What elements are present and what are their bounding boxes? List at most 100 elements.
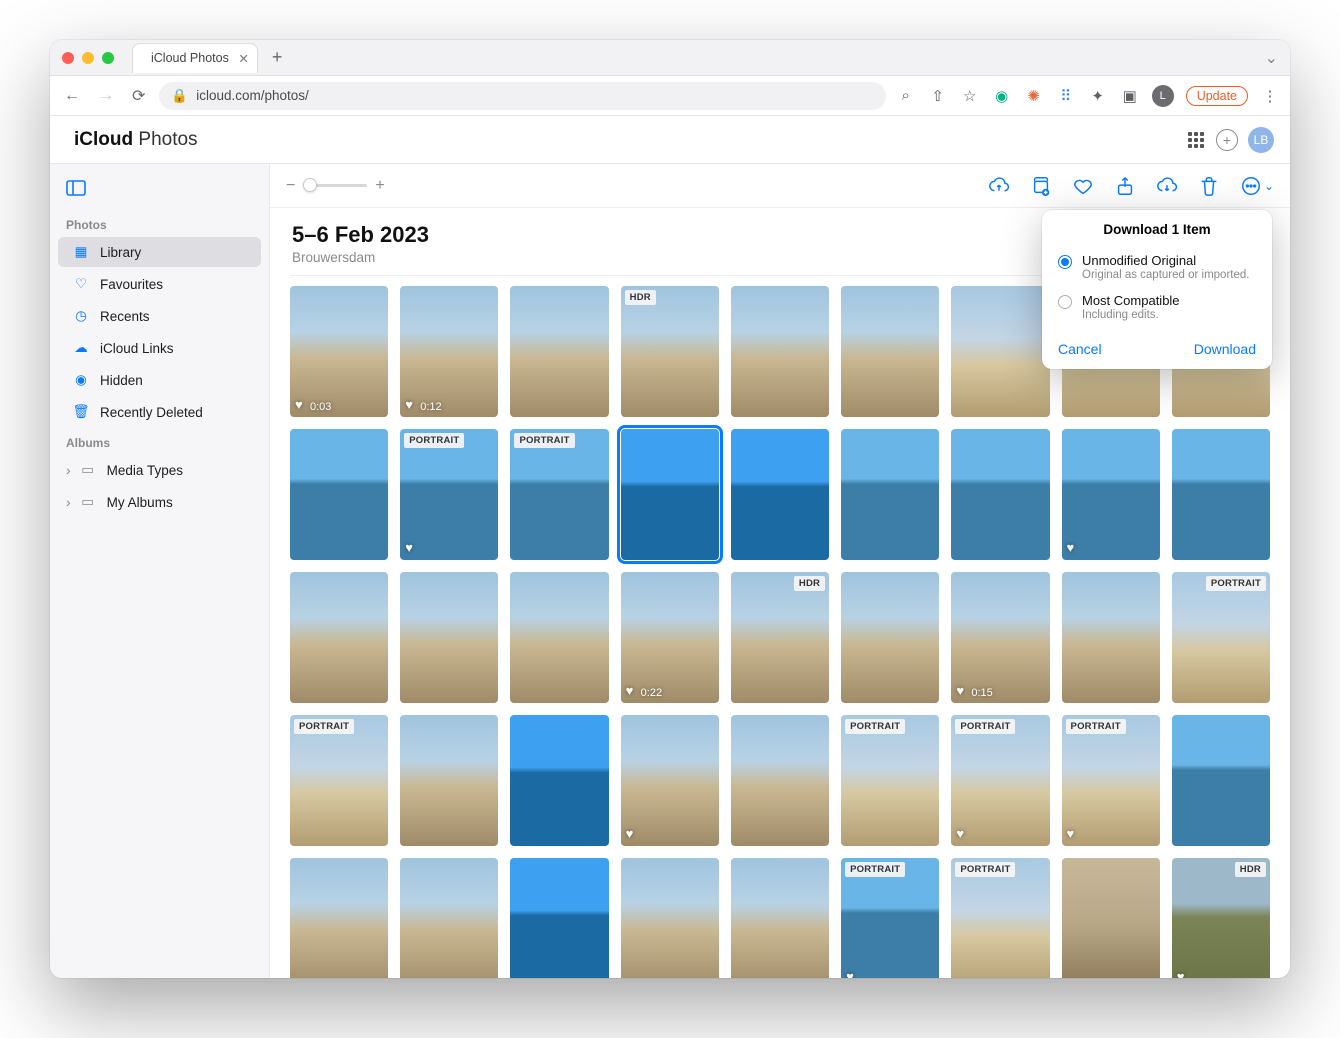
update-button[interactable]: Update [1186, 86, 1248, 106]
app-launcher-icon[interactable] [1186, 130, 1206, 150]
photo-thumbnail[interactable]: ♥0:12 [400, 286, 498, 417]
photo-thumbnail[interactable] [290, 429, 388, 560]
photo-thumbnail[interactable]: HDR♥ [1172, 858, 1270, 978]
download-cloud-icon[interactable] [1156, 175, 1178, 197]
slider-track[interactable] [303, 184, 367, 187]
photo-thumbnail[interactable]: ♥ [1062, 429, 1160, 560]
address-bar[interactable]: 🔒 icloud.com/photos/ [159, 82, 885, 110]
photo-thumbnail[interactable]: ♥0:22 [621, 572, 719, 703]
download-button[interactable]: Download [1194, 341, 1256, 357]
photo-thumbnail[interactable] [841, 429, 939, 560]
photo-thumbnail[interactable] [1172, 429, 1270, 560]
option-label: Unmodified Original [1082, 253, 1249, 268]
photo-thumbnail[interactable]: HDR [621, 286, 719, 417]
photo-thumbnail[interactable]: HDR [731, 572, 829, 703]
photo-thumbnail[interactable]: PORTRAIT [510, 429, 608, 560]
photo-thumbnail[interactable] [290, 572, 388, 703]
photo-thumbnail[interactable] [731, 429, 829, 560]
new-tab-button[interactable]: + [266, 47, 289, 68]
photo-thumbnail[interactable] [841, 286, 939, 417]
chevron-down-icon[interactable]: ⌄ [1265, 48, 1278, 68]
photo-thumbnail[interactable] [1062, 572, 1160, 703]
photo-thumbnail[interactable] [621, 429, 719, 560]
kebab-menu-icon[interactable]: ⋮ [1260, 86, 1280, 106]
sidebar-item-icloud-links[interactable]: ☁ iCloud Links [58, 333, 261, 363]
browser-tab[interactable]: iCloud Photos ✕ [132, 43, 258, 73]
photo-thumbnail[interactable] [510, 715, 608, 846]
more-menu[interactable]: ⌄ [1240, 175, 1274, 197]
photo-thumbnail[interactable]: PORTRAIT [841, 715, 939, 846]
sidebar-item-recently-deleted[interactable]: 🗑 Recently Deleted [58, 397, 261, 427]
url-text: icloud.com/photos/ [196, 88, 309, 103]
translate-icon[interactable]: ⠿ [1056, 86, 1076, 106]
option-unmodified-original[interactable]: Unmodified Original Original as captured… [1042, 247, 1272, 287]
photo-thumbnail[interactable]: ♥0:15 [951, 572, 1049, 703]
photo-thumbnail[interactable]: PORTRAIT♥ [841, 858, 939, 978]
photo-thumbnail[interactable]: PORTRAIT♥ [400, 429, 498, 560]
profile-avatar[interactable]: L [1152, 85, 1174, 107]
photo-thumbnail[interactable] [1062, 858, 1160, 978]
photo-thumbnail[interactable]: ♥ [621, 715, 719, 846]
photo-thumbnail[interactable] [951, 286, 1049, 417]
extension-icon[interactable]: ◉ [992, 86, 1012, 106]
photo-thumbnail[interactable] [731, 858, 829, 978]
photo-thumbnail[interactable]: PORTRAIT [951, 858, 1049, 978]
close-window-button[interactable] [62, 52, 74, 64]
sidebar-toggle-icon[interactable] [60, 174, 92, 202]
photo-thumbnail[interactable] [290, 858, 388, 978]
photo-thumbnail[interactable] [510, 858, 608, 978]
option-most-compatible[interactable]: Most Compatible Including edits. [1042, 287, 1272, 327]
photo-thumbnail[interactable]: PORTRAIT♥ [951, 715, 1049, 846]
photo-thumbnail[interactable] [510, 572, 608, 703]
add-button[interactable]: + [1216, 129, 1238, 151]
search-icon[interactable]: ⌕ [896, 86, 916, 106]
add-to-album-icon[interactable] [1030, 175, 1052, 197]
sidebar: Photos ▦ Library ♡ Favourites ◷ Recents … [50, 164, 270, 978]
photo-thumbnail[interactable] [731, 286, 829, 417]
photo-thumbnail[interactable]: PORTRAIT [1172, 572, 1270, 703]
photo-thumbnail[interactable]: PORTRAIT [290, 715, 388, 846]
clock-icon: ◷ [72, 308, 90, 324]
sidebar-item-favourites[interactable]: ♡ Favourites [58, 269, 261, 299]
sidebar-item-media-types[interactable]: ▭ Media Types [58, 455, 261, 485]
sidebar-item-recents[interactable]: ◷ Recents [58, 301, 261, 331]
sidebar-item-library[interactable]: ▦ Library [58, 237, 261, 267]
sidebar-item-my-albums[interactable]: ▭ My Albums [58, 487, 261, 517]
user-avatar[interactable]: LB [1248, 127, 1274, 153]
photo-thumbnail[interactable] [400, 715, 498, 846]
slider-knob[interactable] [303, 178, 317, 192]
photo-thumbnail[interactable]: ♥0:03 [290, 286, 388, 417]
photo-thumbnail[interactable] [621, 858, 719, 978]
trash-icon[interactable] [1198, 175, 1220, 197]
extensions-icon[interactable]: ✦ [1088, 86, 1108, 106]
zoom-in-icon[interactable]: + [375, 177, 384, 195]
minimize-window-button[interactable] [82, 52, 94, 64]
back-button[interactable]: ← [60, 83, 84, 109]
photo-thumbnail[interactable] [400, 572, 498, 703]
cancel-button[interactable]: Cancel [1058, 341, 1102, 357]
photo-thumbnail[interactable] [841, 572, 939, 703]
photo-thumbnail[interactable]: PORTRAIT♥ [1062, 715, 1160, 846]
photo-thumbnail[interactable] [731, 715, 829, 846]
photo-thumbnail[interactable] [510, 286, 608, 417]
photo-badge: PORTRAIT [1206, 576, 1266, 591]
zoom-slider[interactable]: − + [286, 177, 385, 195]
upload-cloud-icon[interactable] [988, 175, 1010, 197]
heart-icon: ♥ [295, 397, 303, 412]
sidepanel-icon[interactable]: ▣ [1120, 86, 1140, 106]
photo-thumbnail[interactable] [951, 429, 1049, 560]
photo-thumbnail[interactable] [400, 858, 498, 978]
app-brand[interactable]: iCloud Photos [66, 129, 198, 151]
sidebar-item-hidden[interactable]: ◉ Hidden [58, 365, 261, 395]
star-icon[interactable]: ☆ [960, 86, 980, 106]
photo-thumbnail[interactable] [1172, 715, 1270, 846]
share-icon[interactable] [1114, 175, 1136, 197]
close-tab-icon[interactable]: ✕ [238, 51, 248, 66]
zoom-out-icon[interactable]: − [286, 177, 295, 195]
forward-button[interactable]: → [94, 83, 118, 109]
favourite-icon[interactable] [1072, 175, 1094, 197]
fullscreen-window-button[interactable] [102, 52, 114, 64]
reload-button[interactable]: ⟳ [128, 82, 149, 110]
share-icon[interactable]: ⇧ [928, 86, 948, 106]
extension-icon[interactable]: ✺ [1024, 86, 1044, 106]
